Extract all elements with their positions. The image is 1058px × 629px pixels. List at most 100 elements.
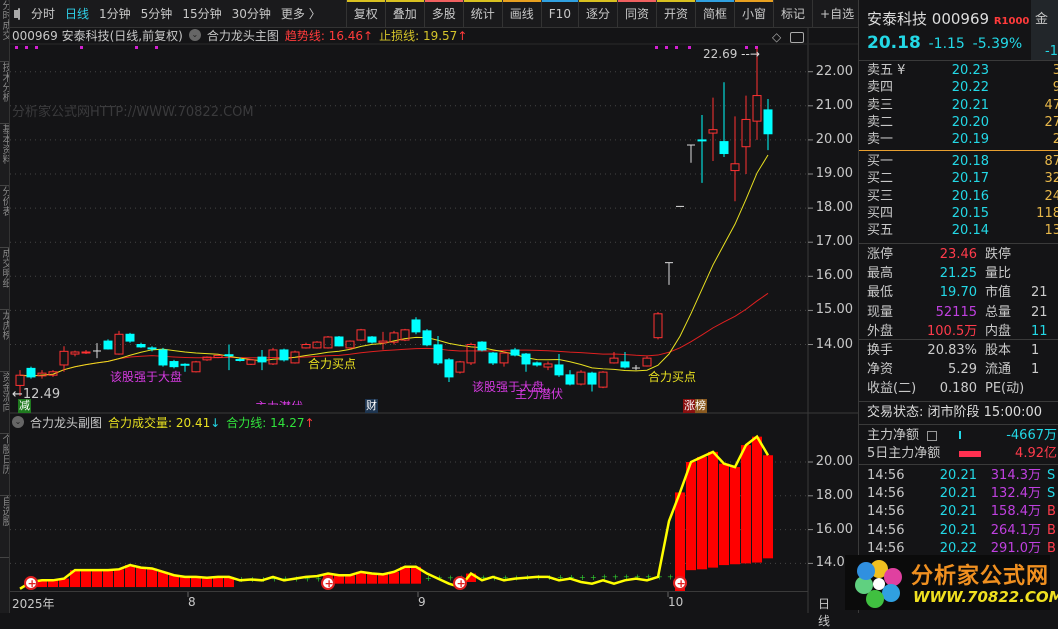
- price-chart[interactable]: ++++++++++++++++++++++++++++++++++: [0, 0, 858, 613]
- extra-column: 金 -1: [1031, 0, 1058, 60]
- sub-indicator-name[interactable]: 合力龙头副图: [30, 414, 102, 431]
- volume-bar: [136, 567, 146, 588]
- candle-body: [257, 356, 267, 363]
- candle-body: [444, 359, 454, 378]
- candle-body: [455, 361, 465, 373]
- price-row: 20.18 -1.15 -5.39%: [867, 33, 1022, 53]
- volume-bar: [708, 451, 718, 568]
- power-line: [19, 434, 770, 590]
- date-label: 8: [188, 595, 196, 609]
- candle-body: [202, 356, 212, 361]
- candle-body: [312, 341, 322, 349]
- candle-body: [103, 340, 113, 350]
- volume-bar: [334, 575, 344, 584]
- signal-dot: [15, 46, 18, 49]
- price-axis-label: 17.00: [815, 234, 853, 250]
- price-axis-label: 21.00: [815, 97, 853, 113]
- volume-bar: [103, 570, 113, 588]
- signal-dot: [655, 46, 658, 49]
- candle-body: [367, 336, 377, 343]
- stat-row: 收益(二) 0.180 PE(动): [867, 381, 1025, 397]
- order-book-row: 卖三 20.21 47: [867, 97, 1058, 113]
- candle-body: [136, 344, 146, 348]
- volume-bar: [697, 456, 707, 570]
- candle-body: [609, 357, 619, 364]
- volume-value: 合力成交量: 20.41↓: [108, 415, 221, 430]
- volume-bar: [345, 575, 355, 584]
- order-book-row: 卖一 20.19 2: [867, 132, 1058, 148]
- volume-bar: [730, 467, 740, 565]
- trading-status: 交易状态: 闭市阶段 15:00:00: [867, 405, 1043, 420]
- candle-body: [719, 141, 729, 155]
- period-label[interactable]: 日线: [818, 595, 830, 629]
- quote-panel: 安泰科技 000969 R1000 20.18 -1.15 -5.39% 金 -…: [858, 0, 1058, 613]
- volume-bar: [114, 569, 124, 588]
- signal-dot: [675, 46, 678, 49]
- annotation-buy: 合力买点: [648, 370, 697, 384]
- candle-body: [323, 336, 333, 349]
- candle-body: [741, 118, 751, 148]
- annotation-buy: 合力买点: [308, 357, 357, 371]
- annotation-lurk: 主力潜伏: [255, 398, 303, 405]
- order-book-row: 买三 20.16 24: [867, 188, 1058, 204]
- index-tag: R1000: [993, 16, 1030, 27]
- candle-body: [81, 351, 91, 354]
- tick-row: 14:56 20.21 264.1万 B: [867, 522, 1056, 538]
- flow-bar: [959, 431, 961, 439]
- tick-row: 14:56 20.21 158.4万 B: [867, 504, 1056, 520]
- volume-bar: [125, 565, 135, 588]
- stat-row: 最高 21.25 量比: [867, 266, 1012, 282]
- signal-dot: [688, 46, 691, 49]
- price-axis-label: 18.00: [815, 200, 853, 216]
- order-book-row: 买一 20.18 87: [867, 154, 1058, 169]
- volume-bar: [686, 462, 696, 571]
- signal-dot: [665, 46, 668, 49]
- signal-dot: [35, 46, 38, 49]
- plus-circle-icon: +: [677, 577, 686, 590]
- candle-body: [554, 364, 564, 376]
- chevron-down-icon[interactable]: ⌄: [12, 416, 24, 428]
- sub-axis-label: 16.00: [815, 521, 853, 537]
- stat-row: 现量 52115 总量 21: [867, 304, 1048, 320]
- money-flow-row: 5日主力净额 4.92亿: [867, 446, 1057, 461]
- green-dot: +: [590, 573, 597, 582]
- candle-body: [521, 353, 531, 365]
- candle-body: [576, 371, 586, 385]
- volume-bar: [180, 576, 190, 588]
- price-change: -1.15: [928, 36, 965, 52]
- list-icon[interactable]: [927, 431, 937, 441]
- candle-body: [125, 333, 135, 342]
- volume-bar: [92, 570, 102, 588]
- sub-chart-header: ⌄ 合力龙头副图 合力成交量: 20.41↓ 合力线: 14.27↑: [12, 414, 315, 430]
- candle-body: [26, 367, 36, 378]
- candle-body: [213, 354, 223, 358]
- candle-body: [147, 347, 157, 350]
- candle-body: [224, 354, 234, 357]
- stat-row: 涨停 23.46 跌停: [867, 247, 1012, 262]
- candle-body: [114, 333, 124, 355]
- logo-url: WWW.70822.COM: [913, 588, 1058, 606]
- stat-row: 换手 20.83% 股本 1: [867, 343, 1040, 358]
- candle-body: [279, 349, 289, 361]
- candle-body: [763, 109, 773, 135]
- sub-axis-label: 18.00: [815, 487, 853, 503]
- candle-body: [642, 357, 652, 367]
- candle-body: [653, 313, 663, 339]
- candle-body: [708, 129, 718, 134]
- candle-body: [268, 349, 278, 365]
- reduce-badge[interactable]: 减: [18, 399, 31, 413]
- green-dot: +: [612, 573, 619, 582]
- arrow-down-icon: ↓: [210, 415, 221, 430]
- volume-bar: [752, 436, 762, 563]
- candle-body: [510, 349, 520, 356]
- candle-body: [15, 374, 25, 386]
- tick-row: 14:56 20.21 132.4万 S: [867, 486, 1056, 502]
- candle-body: [433, 344, 443, 364]
- candle-body: [334, 336, 344, 347]
- top-gain-badge[interactable]: 涨榜: [683, 399, 707, 413]
- finance-badge[interactable]: 财: [365, 399, 378, 413]
- price-axis-label: 15.00: [815, 302, 853, 318]
- candle-body: [499, 352, 509, 364]
- book-divider: [859, 150, 1058, 151]
- candle-body: [488, 352, 498, 364]
